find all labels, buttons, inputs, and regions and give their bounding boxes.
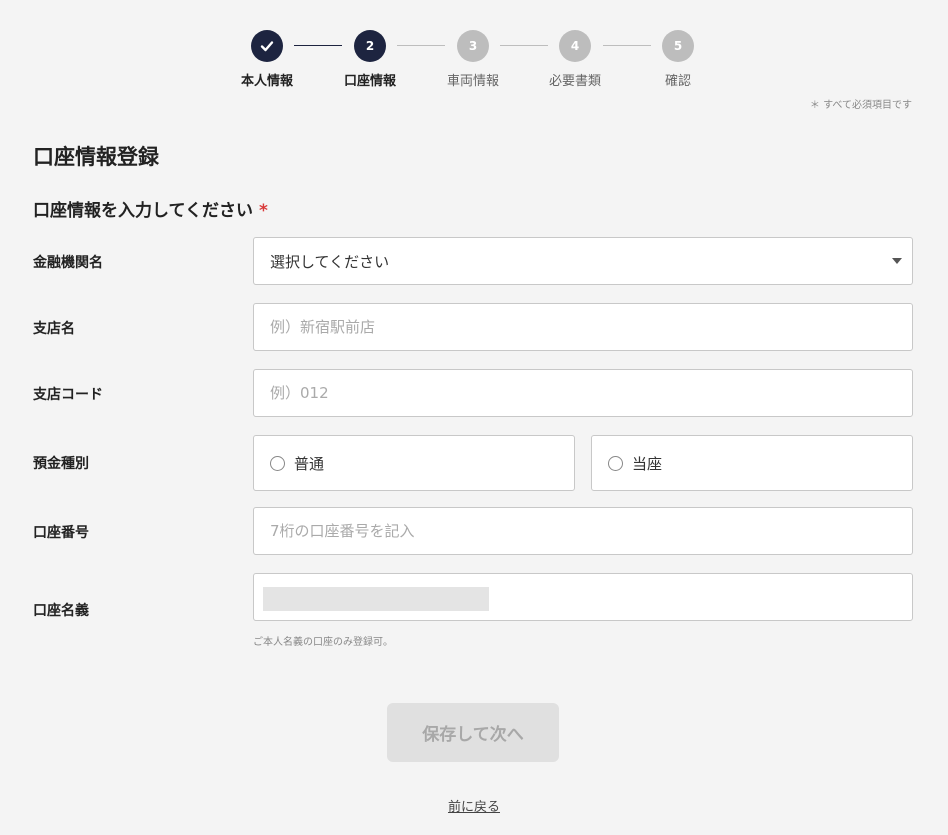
step-personal-info: 本人情報 <box>217 28 317 89</box>
step-2-circle: 2 <box>354 30 386 62</box>
account-holder-label: 口座名義 <box>33 603 89 619</box>
step-4-label: 必要書類 <box>548 74 601 89</box>
section-title-text: 口座情報を入力してください <box>33 201 253 221</box>
back-link[interactable]: 前に戻る <box>448 800 500 815</box>
required-mark: * <box>258 201 268 221</box>
page-title: 口座情報登録 <box>33 145 159 169</box>
bank-label: 金融機関名 <box>33 255 103 271</box>
radio-circle-icon <box>270 455 285 471</box>
account-holder-value-redacted <box>263 587 489 611</box>
step-vehicle-info: 3 車両情報 <box>423 28 523 89</box>
account-type-checking-radio[interactable]: 当座 <box>591 435 913 491</box>
step-4-circle: 4 <box>559 30 591 62</box>
step-5-circle: 5 <box>662 30 694 62</box>
account-holder-input[interactable] <box>253 573 913 621</box>
branch-code-label: 支店コード <box>33 387 103 403</box>
required-note: ＊ すべて必須項目です <box>809 100 912 111</box>
step-3-circle: 3 <box>457 30 489 62</box>
branch-name-input[interactable] <box>253 303 913 351</box>
account-holder-hint: ご本人名義の口座のみ登録可。 <box>253 637 393 648</box>
chevron-down-icon <box>892 258 902 264</box>
account-type-ordinary-radio[interactable]: 普通 <box>253 435 575 491</box>
progress-stepper: 本人情報 2 口座情報 3 車両情報 4 必要書類 5 確認 <box>0 28 948 98</box>
radio-circle-icon <box>608 455 623 471</box>
step-2-label: 口座情報 <box>343 74 396 89</box>
back-link-row: 前に戻る <box>0 796 948 815</box>
account-number-label: 口座番号 <box>33 525 89 541</box>
account-type-label: 預金種別 <box>33 456 89 472</box>
step-5-label: 確認 <box>664 74 691 89</box>
account-type-ordinary-label: 普通 <box>294 454 325 473</box>
step-1-label: 本人情報 <box>240 74 293 89</box>
save-and-next-button[interactable]: 保存して次へ <box>387 703 559 762</box>
bank-select-value: 選択してください <box>270 252 390 271</box>
step-3-label: 車両情報 <box>446 74 499 89</box>
section-title: 口座情報を入力してください * <box>33 196 268 221</box>
account-number-input[interactable] <box>253 507 913 555</box>
account-type-checking-label: 当座 <box>632 454 663 473</box>
step-confirm: 5 確認 <box>628 28 728 89</box>
step-account-info: 2 口座情報 <box>320 28 420 89</box>
branch-name-label: 支店名 <box>33 321 75 337</box>
branch-code-input[interactable] <box>253 369 913 417</box>
check-icon <box>260 41 274 52</box>
bank-select[interactable]: 選択してください <box>253 237 913 285</box>
step-documents: 4 必要書類 <box>525 28 625 89</box>
step-1-circle <box>251 30 283 62</box>
